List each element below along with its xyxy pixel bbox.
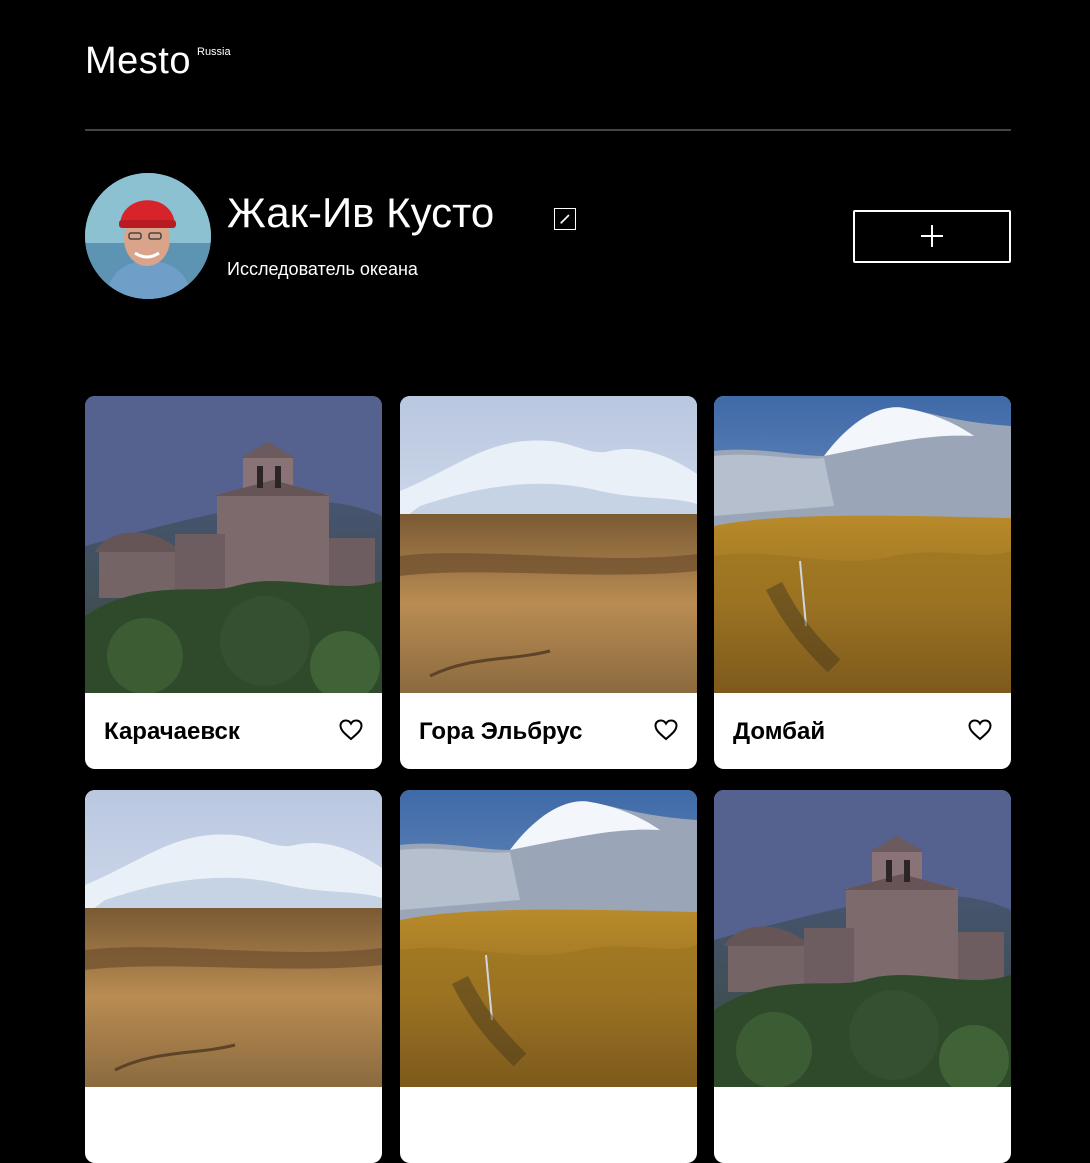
heart-icon[interactable] bbox=[968, 719, 992, 741]
card-photo[interactable] bbox=[714, 790, 1011, 1087]
logo-superscript: Russia bbox=[197, 46, 231, 58]
place-card: Гора Эльбрус bbox=[400, 396, 697, 769]
heart-icon[interactable] bbox=[339, 719, 363, 741]
profile-name: Жак-Ив Кусто bbox=[227, 189, 495, 236]
plus-icon bbox=[921, 225, 943, 247]
logo-text: Mesto bbox=[85, 40, 191, 82]
pencil-icon bbox=[560, 214, 570, 224]
edit-profile-button[interactable] bbox=[554, 208, 576, 230]
card-title: Домбай bbox=[733, 718, 826, 745]
place-card: Карачаевск bbox=[85, 396, 382, 769]
page-header: Mesto Russia bbox=[85, 40, 1011, 83]
add-card-button[interactable] bbox=[853, 210, 1011, 263]
place-card bbox=[85, 790, 382, 1163]
card-photo[interactable] bbox=[714, 396, 1011, 693]
profile-about: Исследователь океана bbox=[227, 259, 418, 279]
profile: Жак-Ив Кусто Исследователь океана bbox=[85, 173, 1011, 299]
place-card bbox=[714, 790, 1011, 1163]
card-title: Карачаевск bbox=[104, 718, 240, 745]
card-photo[interactable] bbox=[400, 396, 697, 693]
place-card: Домбай bbox=[714, 396, 1011, 769]
logo[interactable]: Mesto Russia bbox=[85, 40, 231, 83]
card-photo[interactable] bbox=[85, 396, 382, 693]
avatar[interactable] bbox=[85, 173, 211, 299]
card-photo[interactable] bbox=[85, 790, 382, 1087]
place-card bbox=[400, 790, 697, 1163]
header-divider bbox=[85, 129, 1011, 131]
card-title: Гора Эльбрус bbox=[419, 718, 583, 745]
card-photo[interactable] bbox=[400, 790, 697, 1087]
heart-icon[interactable] bbox=[654, 719, 678, 741]
